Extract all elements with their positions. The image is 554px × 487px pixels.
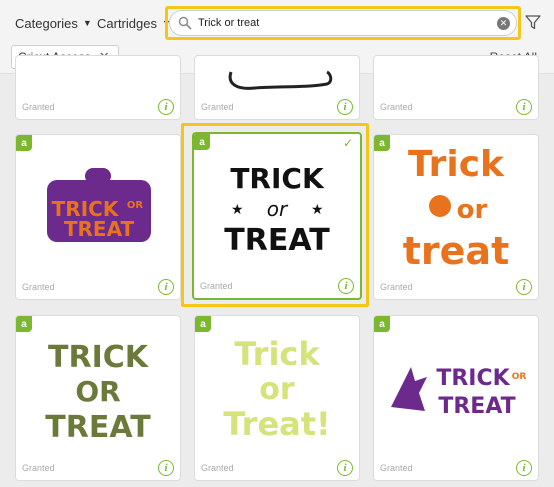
search-input[interactable] bbox=[198, 17, 478, 29]
star-icon: ★ bbox=[311, 202, 324, 218]
art-text-line-2: or bbox=[259, 372, 295, 407]
image-card[interactable]: a Trick or treat Granted i bbox=[373, 134, 539, 300]
cartridges-dropdown[interactable]: Cartridges ▼ bbox=[97, 13, 171, 33]
info-icon[interactable]: i bbox=[158, 279, 174, 295]
star-icon: ★ bbox=[231, 202, 244, 218]
art-text-line-2: OR bbox=[75, 375, 120, 408]
art-text-line-3: treat bbox=[403, 229, 510, 273]
info-icon[interactable]: i bbox=[158, 460, 174, 476]
art-text-line-3: Treat! bbox=[223, 405, 330, 443]
status-label: Granted bbox=[201, 463, 234, 473]
info-icon[interactable]: i bbox=[337, 460, 353, 476]
witch-icon bbox=[391, 367, 427, 411]
chevron-down-icon: ▼ bbox=[82, 18, 92, 28]
image-card[interactable]: Granted i bbox=[194, 55, 360, 120]
info-icon[interactable]: i bbox=[516, 99, 532, 115]
status-label: Granted bbox=[380, 463, 413, 473]
art-text-line-1: TRICK bbox=[230, 162, 325, 195]
info-icon[interactable]: i bbox=[338, 278, 354, 294]
info-icon[interactable]: i bbox=[158, 99, 174, 115]
art-text-line-3: TREAT bbox=[64, 217, 135, 241]
art-text-line-1: Trick bbox=[234, 335, 320, 373]
art-text-line-3: TREAT bbox=[438, 394, 515, 419]
status-label: Granted bbox=[22, 102, 55, 112]
status-label: Granted bbox=[380, 282, 413, 292]
image-card[interactable]: a TRICK OR TREAT Granted i bbox=[15, 134, 181, 300]
pumpkin-icon bbox=[429, 195, 451, 217]
image-card[interactable]: Granted i bbox=[373, 55, 539, 120]
image-card[interactable]: Granted i bbox=[15, 55, 181, 120]
art-text-line-1: TRICK bbox=[48, 340, 150, 375]
card-artwork: TRICK OR TREAT bbox=[16, 135, 180, 277]
art-text-line-2: or bbox=[267, 197, 289, 221]
search-icon bbox=[178, 16, 192, 30]
image-card-selected[interactable]: a ✓ TRICK or ★ ★ TREAT Granted i bbox=[192, 132, 362, 300]
info-icon[interactable]: i bbox=[516, 279, 532, 295]
categories-label: Categories bbox=[15, 15, 78, 31]
clear-search-icon[interactable]: ✕ bbox=[497, 17, 510, 30]
cartridges-label: Cartridges bbox=[97, 15, 157, 31]
partial-artwork bbox=[228, 70, 333, 90]
art-text-line-3: TREAT bbox=[45, 410, 151, 445]
art-text-line-2: OR bbox=[512, 372, 527, 382]
art-text-line-2: or bbox=[457, 195, 488, 225]
art-text-line-2: OR bbox=[127, 200, 144, 211]
image-card[interactable]: a TRICK OR TREAT Granted i bbox=[373, 315, 539, 481]
art-text-line-1: Trick bbox=[408, 144, 505, 185]
status-label: Granted bbox=[201, 102, 234, 112]
status-label: Granted bbox=[22, 463, 55, 473]
status-label: Granted bbox=[200, 281, 233, 291]
image-card[interactable]: a TRICK OR TREAT Granted i bbox=[15, 315, 181, 481]
card-artwork: Trick or treat bbox=[374, 135, 538, 277]
categories-dropdown[interactable]: Categories ▼ bbox=[15, 13, 92, 33]
art-text-line-1: TRICK bbox=[436, 366, 510, 391]
status-label: Granted bbox=[380, 102, 413, 112]
card-artwork: TRICK or ★ ★ TREAT bbox=[194, 134, 360, 276]
search-box[interactable]: ✕ bbox=[169, 10, 517, 36]
info-icon[interactable]: i bbox=[337, 99, 353, 115]
art-text-line-3: TREAT bbox=[224, 223, 330, 258]
image-card[interactable]: a Trick or Treat! Granted i bbox=[194, 315, 360, 481]
card-artwork: Trick or Treat! bbox=[195, 316, 359, 458]
info-icon[interactable]: i bbox=[516, 460, 532, 476]
card-artwork: TRICK OR TREAT bbox=[16, 316, 180, 458]
filter-icon[interactable] bbox=[524, 13, 542, 31]
card-artwork: TRICK OR TREAT bbox=[374, 316, 538, 458]
status-label: Granted bbox=[22, 282, 55, 292]
